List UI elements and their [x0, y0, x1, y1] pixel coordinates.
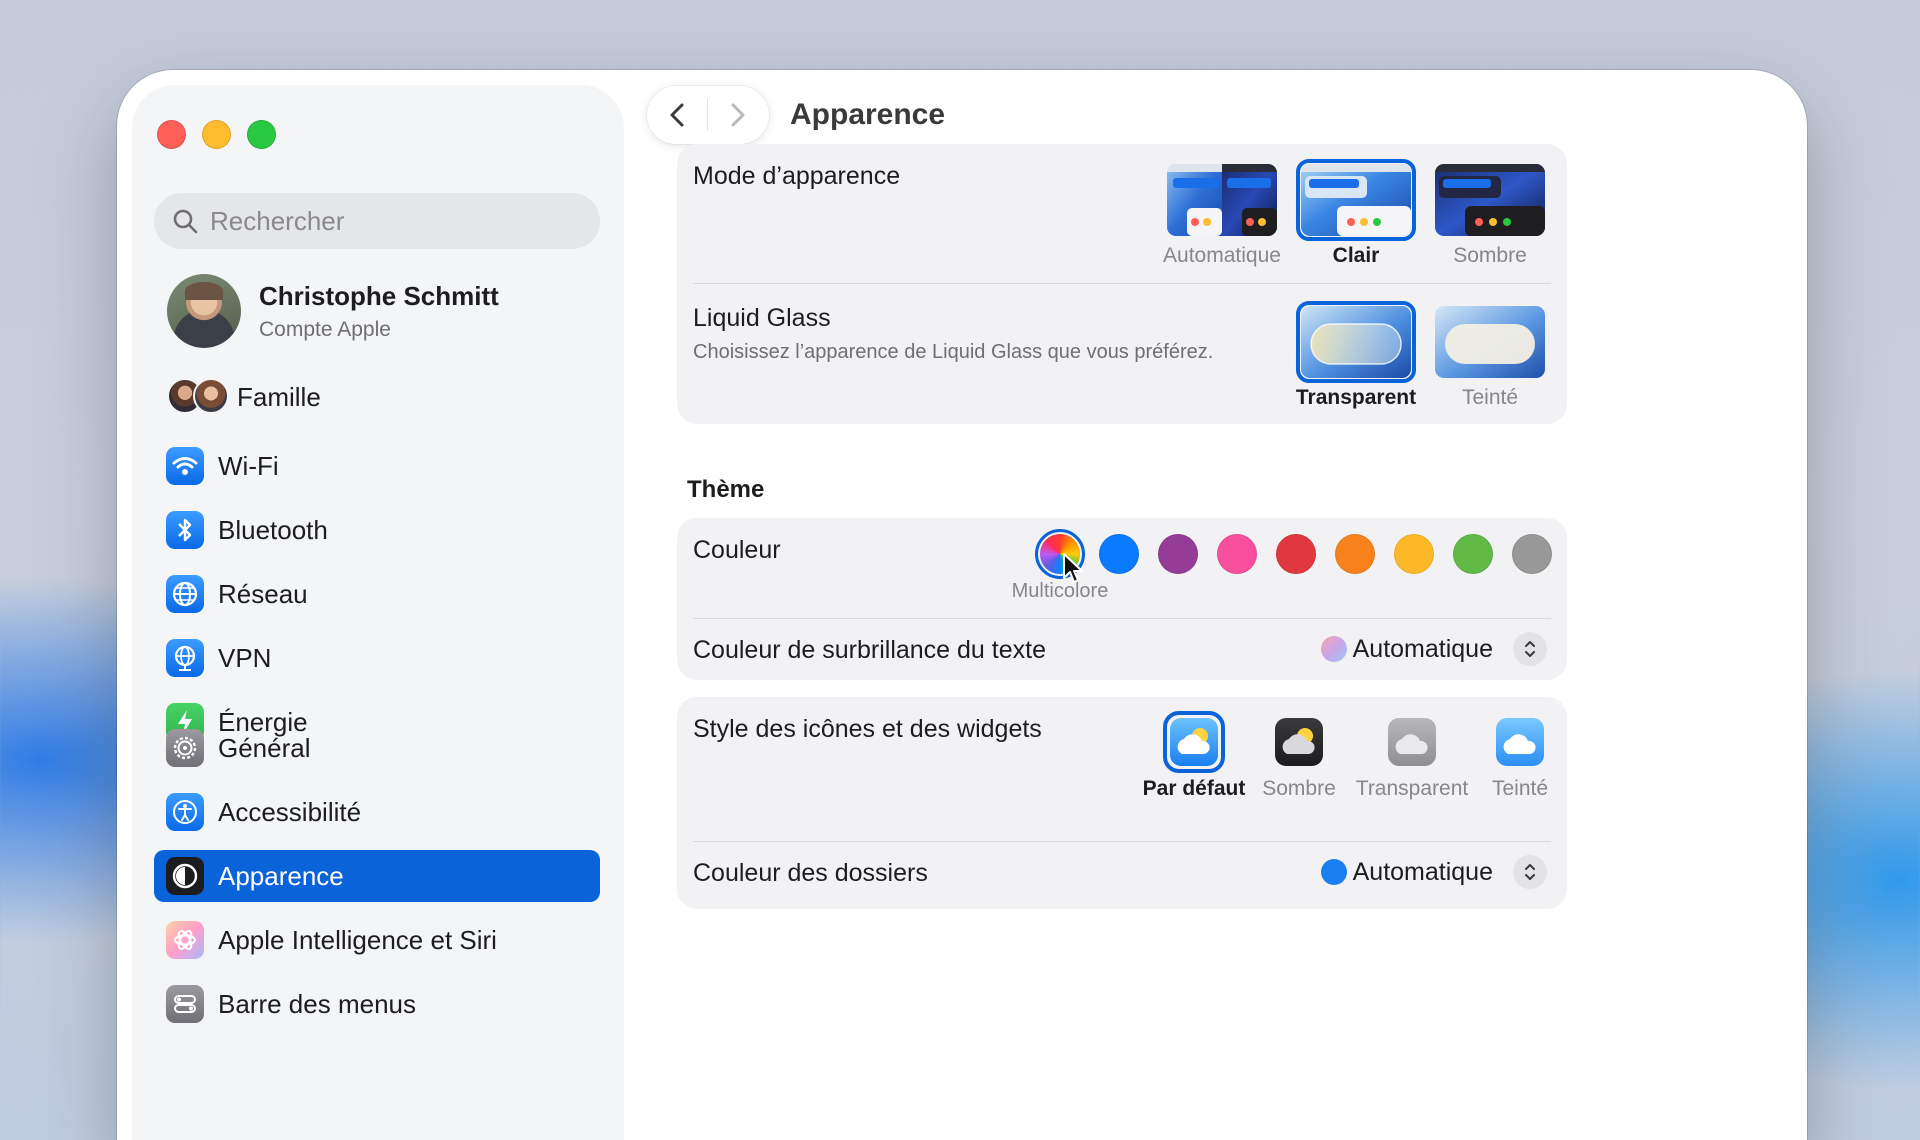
mode-light-option[interactable]: [1301, 164, 1411, 236]
glass-tinted-option[interactable]: [1435, 306, 1545, 378]
mode-dark-option[interactable]: [1435, 164, 1545, 236]
family-avatars: [167, 378, 229, 416]
chevron-right-icon: [731, 103, 745, 127]
color-green-swatch[interactable]: [1453, 534, 1493, 574]
sidebar-item-wifi[interactable]: Wi-Fi: [154, 440, 600, 492]
minimize-button[interactable]: [202, 120, 231, 149]
icon-style-label: Style des icônes et des widgets: [693, 715, 1042, 743]
bluetooth-icon: [166, 511, 204, 549]
highlight-color-popup[interactable]: Automatique: [1320, 632, 1547, 666]
settings-window: Christophe Schmitt Compte Apple Famille …: [117, 70, 1807, 1140]
liquid-glass-text: Liquid Glass Choisissez l’apparence de L…: [693, 304, 1213, 364]
icon-style-tinted-option[interactable]: [1496, 718, 1544, 766]
sidebar: Christophe Schmitt Compte Apple Famille …: [133, 86, 623, 1140]
window-controls: [157, 120, 276, 149]
liquid-glass-label: Liquid Glass: [693, 304, 831, 332]
apple-account-item[interactable]: Christophe Schmitt Compte Apple: [167, 274, 499, 348]
chevron-updown-icon: [1513, 632, 1547, 666]
appearance-mode-label: Mode d’apparence: [693, 162, 901, 190]
theme-section-title: Thème: [687, 476, 765, 503]
folder-color-popup[interactable]: Automatique: [1320, 855, 1547, 889]
icon-style-transparent-option[interactable]: [1388, 718, 1436, 766]
color-graphite-swatch[interactable]: [1512, 534, 1552, 574]
close-button[interactable]: [157, 120, 186, 149]
vpn-globe-icon: [166, 639, 204, 677]
sidebar-item-accessibility[interactable]: Accessibilité: [154, 786, 600, 838]
back-button[interactable]: [647, 86, 707, 144]
mode-automatic-option[interactable]: [1167, 164, 1277, 236]
appearance-icon: [166, 857, 204, 895]
icon-style-card: Style des icônes et des widgets Par défa…: [677, 697, 1567, 909]
appearance-card: Mode d’apparence Automatique Clair Sombr…: [677, 144, 1567, 424]
color-purple-swatch[interactable]: [1158, 534, 1198, 574]
highlight-color-value: Automatique: [1352, 634, 1493, 663]
color-pink-swatch[interactable]: [1217, 534, 1257, 574]
color-yellow-swatch[interactable]: [1394, 534, 1434, 574]
gear-icon: [166, 729, 204, 767]
family-item[interactable]: Famille: [167, 376, 321, 418]
sidebar-item-label: Wi-Fi: [218, 450, 279, 481]
search-input[interactable]: [210, 205, 590, 237]
menubar-icon: [166, 985, 204, 1023]
navigation-buttons: [647, 86, 769, 144]
icon-style-dark-option[interactable]: [1275, 718, 1323, 766]
glass-tinted-caption: Teinté: [1461, 386, 1519, 409]
sidebar-item-label: Apple Intelligence et Siri: [218, 924, 497, 955]
sidebar-item-label: Barre des menus: [218, 988, 416, 1019]
color-red-swatch[interactable]: [1276, 534, 1316, 574]
chevron-left-icon: [670, 103, 684, 127]
globe-icon: [166, 575, 204, 613]
sidebar-item-network[interactable]: Réseau: [154, 568, 600, 620]
search-field[interactable]: [154, 193, 600, 249]
avatar: [167, 274, 241, 348]
theme-card: Couleur Multicolore Couleur de surbrilla…: [677, 518, 1567, 680]
folder-color-label: Couleur des dossiers: [693, 859, 928, 887]
zoom-button[interactable]: [247, 120, 276, 149]
sidebar-group-network: Wi-Fi Bluetooth Réseau VPN Énergie: [154, 440, 600, 760]
sidebar-item-label: VPN: [218, 642, 272, 673]
search-icon: [173, 209, 198, 234]
folder-color-value: Automatique: [1352, 857, 1493, 886]
sidebar-item-label: Réseau: [218, 578, 308, 609]
sidebar-item-general[interactable]: Général: [154, 722, 600, 774]
liquid-glass-description: Choisissez l’apparence de Liquid Glass q…: [693, 341, 1214, 363]
page-title: Apparence: [790, 98, 946, 131]
profile-subtitle: Compte Apple: [259, 317, 391, 341]
color-orange-swatch[interactable]: [1335, 534, 1375, 574]
folder-color-dot: [1320, 859, 1347, 885]
sidebar-item-label: Général: [218, 732, 311, 763]
glass-transparent-option[interactable]: [1301, 306, 1411, 378]
highlight-color-dot: [1320, 636, 1347, 662]
family-label: Famille: [237, 381, 321, 412]
accessibility-icon: [166, 793, 204, 831]
color-label: Couleur: [693, 536, 781, 564]
color-blue-swatch[interactable]: [1099, 534, 1139, 574]
icon-style-tinted-caption: Teinté: [1491, 777, 1549, 800]
chevron-updown-icon: [1513, 855, 1547, 889]
sidebar-item-label: Accessibilité: [218, 796, 362, 827]
profile-name: Christophe Schmitt: [259, 280, 499, 311]
wifi-icon: [166, 447, 204, 485]
mouse-cursor-icon: [1063, 553, 1083, 583]
sidebar-item-appearance[interactable]: Apparence: [154, 850, 600, 902]
sidebar-item-bluetooth[interactable]: Bluetooth: [154, 504, 600, 556]
forward-button[interactable]: [708, 86, 768, 144]
sidebar-item-siri[interactable]: Apple Intelligence et Siri: [154, 914, 600, 966]
sidebar-item-label: Bluetooth: [218, 514, 328, 545]
sidebar-group-system: Général Accessibilité Apparence Apple In…: [154, 722, 600, 1042]
icon-style-default-option[interactable]: [1170, 718, 1218, 766]
sidebar-item-menubar[interactable]: Barre des menus: [154, 978, 600, 1030]
siri-icon: [166, 921, 204, 959]
sidebar-item-vpn[interactable]: VPN: [154, 632, 600, 684]
sidebar-item-label: Apparence: [218, 860, 344, 891]
mode-dark-caption: Sombre: [1453, 244, 1527, 267]
highlight-color-label: Couleur de surbrillance du texte: [693, 636, 1046, 664]
color-selected-caption: Multicolore: [1011, 580, 1109, 602]
